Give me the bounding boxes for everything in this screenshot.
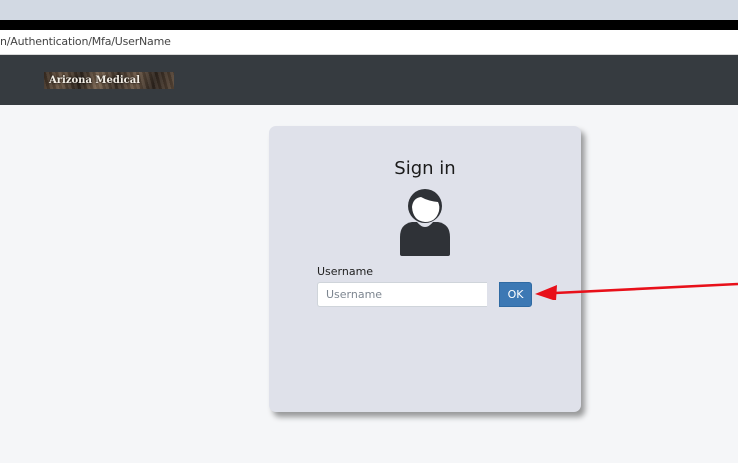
address-url[interactable]: n/Authentication/Mfa/UserName: [0, 35, 171, 48]
user-avatar-icon: [400, 189, 450, 256]
red-arrow-icon: [535, 282, 738, 300]
brand-name: Arizona Medical Board: [49, 75, 140, 86]
signin-card: Sign in Username OK: [269, 126, 581, 412]
arrow-shaft: [554, 282, 738, 295]
signin-title: Sign in: [394, 158, 456, 179]
site-navbar: Arizona Medical Board: [0, 55, 738, 105]
ok-button[interactable]: OK: [499, 282, 532, 307]
arrow-head: [535, 285, 557, 300]
username-input[interactable]: [317, 282, 487, 307]
brand-logo[interactable]: Arizona Medical Board: [44, 72, 174, 89]
username-label: Username: [317, 265, 374, 278]
address-bar[interactable]: n/Authentication/Mfa/UserName: [0, 30, 738, 55]
browser-top-strip: [0, 0, 738, 20]
browser-toolbar-bar: [0, 20, 738, 30]
